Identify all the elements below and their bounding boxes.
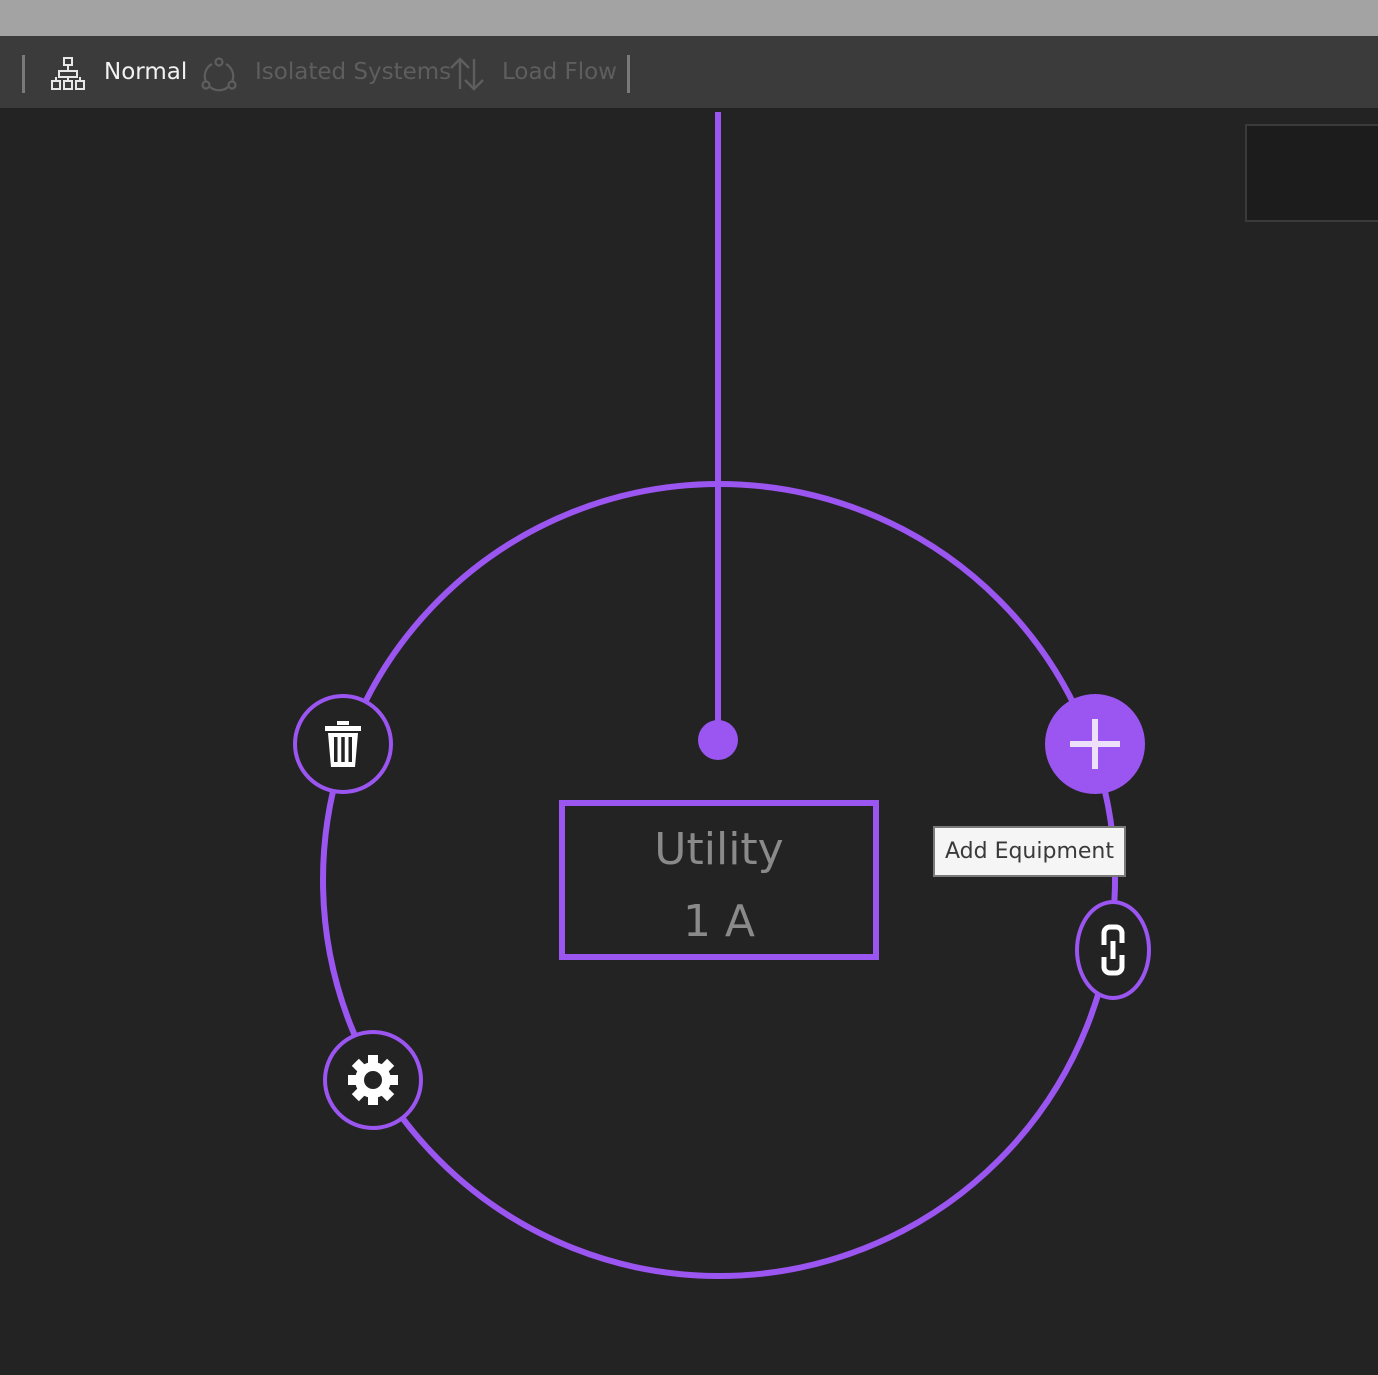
plus-icon: [1070, 719, 1120, 769]
view-mode-toolbar: Normal Isolated Systems Load Flow: [0, 36, 1378, 108]
add-equipment-tooltip: Add Equipment: [933, 826, 1126, 877]
toolbar-separator: [627, 55, 630, 93]
delete-button[interactable]: [293, 694, 393, 794]
add-equipment-button[interactable]: [1045, 694, 1145, 794]
up-down-arrows-icon: [450, 57, 484, 91]
window-titlebar: [0, 0, 1378, 36]
minimap-panel[interactable]: [1245, 124, 1378, 222]
node-value: 1 A: [682, 896, 756, 947]
utility-node[interactable]: Utility 1 A: [559, 800, 879, 960]
node-name: Utility: [654, 824, 784, 875]
toolbar-separator: [22, 55, 25, 93]
connection-port: [698, 720, 738, 760]
diagram-canvas: [320, 112, 1118, 1279]
mode-isolated-systems-label: Isolated Systems: [255, 59, 452, 85]
settings-button[interactable]: [323, 1030, 423, 1130]
hierarchy-icon[interactable]: [50, 56, 86, 92]
mode-load-flow-label: Load Flow: [502, 59, 617, 85]
cycle-icon: [201, 57, 237, 92]
trash-icon: [325, 721, 361, 767]
link-icon: [1101, 924, 1125, 976]
gear-icon: [348, 1055, 398, 1105]
link-button[interactable]: [1075, 900, 1151, 1000]
mode-normal-label[interactable]: Normal: [104, 56, 187, 88]
